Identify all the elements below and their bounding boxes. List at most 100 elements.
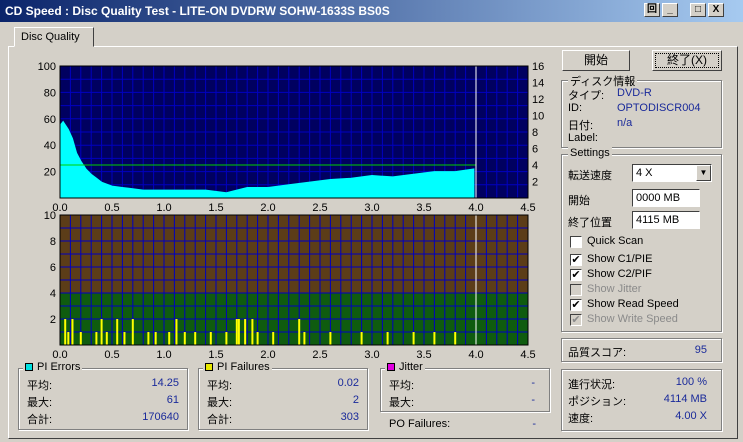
jitter-legend: Jitter — [385, 361, 425, 373]
disc-info-group: ディスク情報 タイプ: DVD-R ID: OPTODISCR004 日付: n… — [561, 73, 722, 148]
pi-errors-legend-text: PI Errors — [37, 361, 81, 373]
tab-disc-quality[interactable]: Disc Quality — [14, 27, 94, 47]
pi-errors-swatch — [25, 363, 33, 371]
x-tick-label: 3.5 — [416, 349, 431, 361]
window-title: CD Speed : Disc Quality Test - LITE-ON D… — [5, 4, 390, 18]
pie-avg-label: 平均: — [27, 380, 53, 392]
pie-total-value: 170640 — [142, 411, 179, 423]
y-tick-label: 40 — [44, 140, 56, 152]
x-tick-label: 3.0 — [364, 349, 379, 361]
jitter-max-value: - — [531, 394, 535, 406]
stop-button-label: 終了(X) — [667, 53, 707, 67]
check-icon: ✔ — [571, 269, 581, 281]
current-speed-value: 4.00 X — [675, 410, 707, 422]
minimize-button[interactable]: _ — [662, 3, 678, 17]
check-icon: ✔ — [571, 299, 581, 311]
jitter-avg-label: 平均: — [389, 380, 415, 392]
quality-score-label: 品質スコア: — [568, 347, 627, 359]
show-c1-label: Show C1/PIE — [587, 253, 653, 265]
type-label: タイプ: — [568, 90, 605, 102]
title-bar: CD Speed : Disc Quality Test - LITE-ON D… — [0, 0, 743, 22]
end-position-value: 4115 MB — [636, 214, 680, 226]
chevron-down-icon[interactable]: ▼ — [696, 165, 711, 181]
settings-legend: Settings — [568, 147, 612, 159]
pi-errors-chart: 204060801002468101214160.0 0.5 1.0 1.5 2.0 2.… — [38, 61, 545, 214]
date-value: n/a — [617, 117, 633, 129]
y-tick-label: 8 — [50, 236, 56, 248]
y-tick-label: 6 — [50, 262, 56, 274]
show-jitter-label: Show Jitter — [587, 283, 642, 295]
restore-icon[interactable]: 回 — [644, 3, 660, 17]
check-icon: ✔ — [571, 314, 581, 326]
start-position-value: 0000 MB — [636, 192, 681, 204]
settings-group: Settings 転送速度 4 X ▼ 開始 0000 MB 終了位置 4115… — [561, 147, 722, 332]
y2-tick-label: 10 — [532, 111, 544, 123]
position-label: ポジション: — [568, 396, 627, 408]
start-button[interactable]: 開始 — [562, 50, 630, 71]
pif-avg-value: 0.02 — [337, 377, 359, 389]
maximize-button[interactable]: □ — [690, 3, 706, 17]
pi-failures-chart: 2 4 6 8 10 0.0 0.5 1.0 1.5 2.0 2.5 3.0 3.5 4.0 4.5 — [44, 210, 536, 361]
stop-button[interactable]: 終了(X) — [652, 50, 722, 71]
y2-tick-label: 6 — [532, 144, 538, 156]
progress-group: 進行状況: 100 % ポジション: 4114 MB 速度: 4.00 X — [561, 369, 722, 431]
pie-max-label: 最大: — [27, 397, 53, 409]
end-position-label: 終了位置 — [568, 217, 612, 229]
y-tick-label: 60 — [44, 114, 56, 126]
start-position-label: 開始 — [568, 195, 590, 207]
po-failures-value: - — [532, 418, 536, 430]
show-c2-checkbox[interactable]: ✔ — [570, 269, 582, 281]
y-tick-label: 2 — [50, 314, 56, 326]
x-tick-label: 4.5 — [520, 349, 535, 361]
show-read-speed-checkbox[interactable]: ✔ — [570, 299, 582, 311]
pif-total-label: 合計: — [207, 414, 233, 426]
x-tick-label: 0.0 — [52, 349, 67, 361]
y2-tick-label: 12 — [532, 94, 544, 106]
y2-tick-label: 8 — [532, 127, 538, 139]
x-tick-label: 2.5 — [312, 349, 327, 361]
tab-label: Disc Quality — [21, 31, 80, 43]
pi-errors-legend: PI Errors — [23, 361, 83, 373]
date-label: 日付: — [568, 120, 594, 132]
y2-tick-label: 14 — [532, 78, 544, 90]
pie-total-label: 合計: — [27, 414, 53, 426]
show-c1-checkbox[interactable]: ✔ — [570, 254, 582, 266]
type-value: DVD-R — [617, 87, 652, 99]
end-position-input[interactable]: 4115 MB — [632, 211, 700, 229]
pie-avg-value: 14.25 — [151, 377, 179, 389]
id-label: ID: — [568, 102, 583, 114]
close-button[interactable]: X — [708, 3, 724, 17]
pi-failures-swatch — [205, 363, 213, 371]
y-tick-label: 100 — [38, 61, 56, 73]
speed-select[interactable]: 4 X ▼ — [632, 164, 712, 182]
y2-tick-label: 16 — [532, 61, 544, 73]
pif-total-value: 303 — [340, 411, 359, 423]
check-icon: ✔ — [571, 254, 581, 266]
current-speed-label: 速度: — [568, 413, 594, 425]
progress-value: 100 % — [675, 376, 707, 388]
x-tick-label: 1.0 — [156, 349, 171, 361]
show-jitter-checkbox[interactable] — [570, 284, 582, 296]
y-tick-label: 80 — [44, 87, 56, 99]
x-tick-label: 0.5 — [104, 349, 119, 361]
pif-max-label: 最大: — [207, 397, 233, 409]
quick-scan-label: Quick Scan — [587, 235, 644, 247]
progress-label: 進行状況: — [568, 379, 616, 391]
y-tick-label: 10 — [44, 210, 56, 222]
show-c2-label: Show C2/PIF — [587, 268, 652, 280]
x-tick-label: 1.5 — [208, 349, 223, 361]
pi-errors-group: PI Errors 平均: 14.25 最大: 61 合計: 170640 — [18, 361, 188, 430]
id-value: OPTODISCR004 — [617, 102, 701, 114]
jitter-group: Jitter 平均: - 最大: - — [380, 361, 550, 412]
jitter-max-label: 最大: — [389, 397, 415, 409]
show-write-speed-checkbox[interactable]: ✔ — [570, 314, 582, 326]
po-failures-label: PO Failures: — [389, 418, 451, 430]
pi-failures-legend-text: PI Failures — [217, 361, 270, 373]
speed-select-value: 4 X — [636, 167, 653, 179]
quick-scan-checkbox[interactable] — [570, 236, 582, 248]
start-position-input[interactable]: 0000 MB — [632, 189, 700, 207]
y-tick-label: 4 — [50, 288, 56, 300]
pi-failures-group: PI Failures 平均: 0.02 最大: 2 合計: 303 — [198, 361, 368, 430]
jitter-legend-text: Jitter — [399, 361, 423, 373]
quality-score-group: 品質スコア: 95 — [561, 338, 722, 362]
